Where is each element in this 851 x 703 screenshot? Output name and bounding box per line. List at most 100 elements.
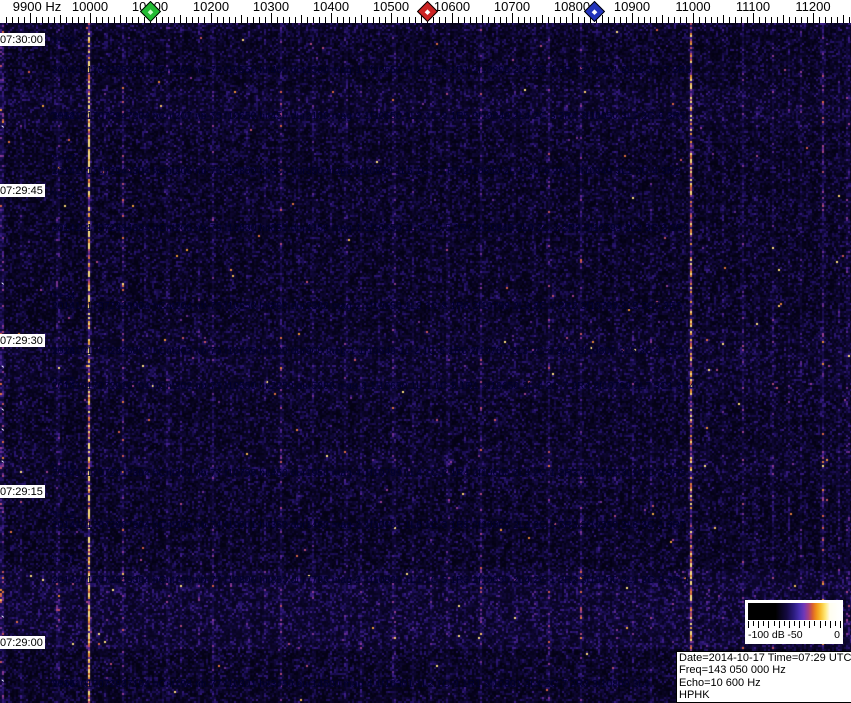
colorbar-tick [753,621,755,626]
time-label: 07:29:00 [0,636,45,649]
freq-tick [608,17,610,23]
event-detection-line: 20141017072855304 hCnt199 nb-77 f10800 h… [52,575,690,586]
freq-tick [722,15,724,23]
freq-tick [547,17,549,23]
spectrogram-canvas [0,23,851,703]
freq-tick [457,17,459,23]
time-label: 07:29:45 [0,184,45,197]
freq-tick [222,17,224,23]
freq-tick [343,17,345,23]
freq-tick [349,17,351,23]
freq-tick [692,13,694,23]
spectrogram-app-window: 9900 Hz100001010010200103001040010500106… [0,0,851,703]
freq-tick [668,17,670,23]
freq-tick [487,17,489,23]
colorbar-tick [834,621,836,626]
freq-tick [361,15,363,23]
freq-tick [481,15,483,23]
freq-tick [264,17,266,23]
edge-tick-mark: ` [1,282,5,294]
freq-tick [578,17,580,23]
blue-freq-marker[interactable] [583,0,605,23]
info-box: Date=2014-10-17 Time=07:29 UTC Freq=143 0… [676,651,851,703]
freq-tick [198,17,200,23]
freq-tick [584,17,586,23]
freq-tick [102,17,104,23]
time-label: 07:29:15 [0,485,45,498]
freq-tick [463,17,465,23]
freq-tick [409,17,411,23]
event-detection-line: 20141017072928904 hCnt204 nb-75 f10650 h… [52,301,683,312]
colorbar-tick [809,621,811,628]
freq-tick [77,17,79,23]
red-freq-marker[interactable] [416,0,438,23]
freq-tick [728,17,730,23]
freq-tick [132,17,134,23]
freq-tick [553,17,555,23]
freq-tick [324,17,326,23]
freq-tick [535,17,537,23]
freq-tick [650,17,652,23]
freq-axis-label: 10300 [252,0,290,14]
freq-tick [656,17,658,23]
event-time-marker: ^t+44 [50,190,76,201]
freq-tick [849,17,851,23]
freq-tick [632,13,634,23]
colorbar-tick [819,621,821,628]
freq-tick [614,17,616,23]
freq-tick [17,17,19,23]
event-detection-line: 20141017072912304 hCnt201 nb-77 f10799 h… [52,468,686,479]
freq-tick [716,17,718,23]
freq-tick [168,17,170,23]
time-label: 07:29:30 [0,334,45,347]
colorbar-tick [804,621,806,626]
colorbar-tick [824,621,826,626]
diamond-center-dot [424,8,430,15]
event-detection-line: 20141017072907904 hCnt200 nb-74 f10901 h… [52,520,686,531]
event-detection-line: 20141017072925804 hCnt203 nb-76 f10799 h… [52,346,684,357]
freq-tick [294,17,296,23]
freq-axis-label: 10400 [312,0,350,14]
freq-tick [59,15,61,23]
freq-tick [439,17,441,23]
freq-tick [373,17,375,23]
freq-axis-label: 11100 [735,0,771,14]
event-time-marker: ^t+07 [50,554,76,565]
event-detection-line: 20141017072952204 hCnt208 nb-76 f10550 h… [52,65,692,76]
freq-tick [126,17,128,23]
freq-tick [523,17,525,23]
freq-tick [252,17,254,23]
info-box-line: Echo=10 600 Hz [679,676,761,689]
freq-tick [469,17,471,23]
freq-tick [71,17,73,23]
freq-tick [186,17,188,23]
freq-tick [529,17,531,23]
freq-tick [83,17,85,23]
colorbar-tick [829,621,831,628]
freq-tick [234,17,236,23]
edge-tick-mark: ` [1,365,5,377]
freq-tick [204,17,206,23]
event-time-marker: ^t+59 [50,36,76,47]
colorbar-tick [799,621,801,628]
freq-tick [843,15,845,23]
blue-diamond-icon [583,0,605,23]
freq-tick [210,13,212,23]
freq-tick [511,13,513,23]
colorbar-tick [748,621,749,628]
freq-tick [746,17,748,23]
info-box-line: HPHK [679,689,710,702]
freq-tick [813,13,814,23]
green-freq-marker[interactable] [139,0,161,23]
colorbar-label: -50 [787,629,803,641]
freq-tick [752,13,754,23]
freq-tick [782,15,784,23]
freq-tick [246,17,248,23]
freq-axis-label: 11200 [795,0,831,14]
freq-tick [312,17,314,23]
green-diamond-icon [139,0,161,23]
frequency-axis: 9900 Hz100001010010200103001040010500106… [0,0,851,23]
colorbar-scale-labels: -100 dB -50 0 [745,629,843,642]
colorbar-tick [788,621,790,628]
freq-tick [831,17,833,23]
